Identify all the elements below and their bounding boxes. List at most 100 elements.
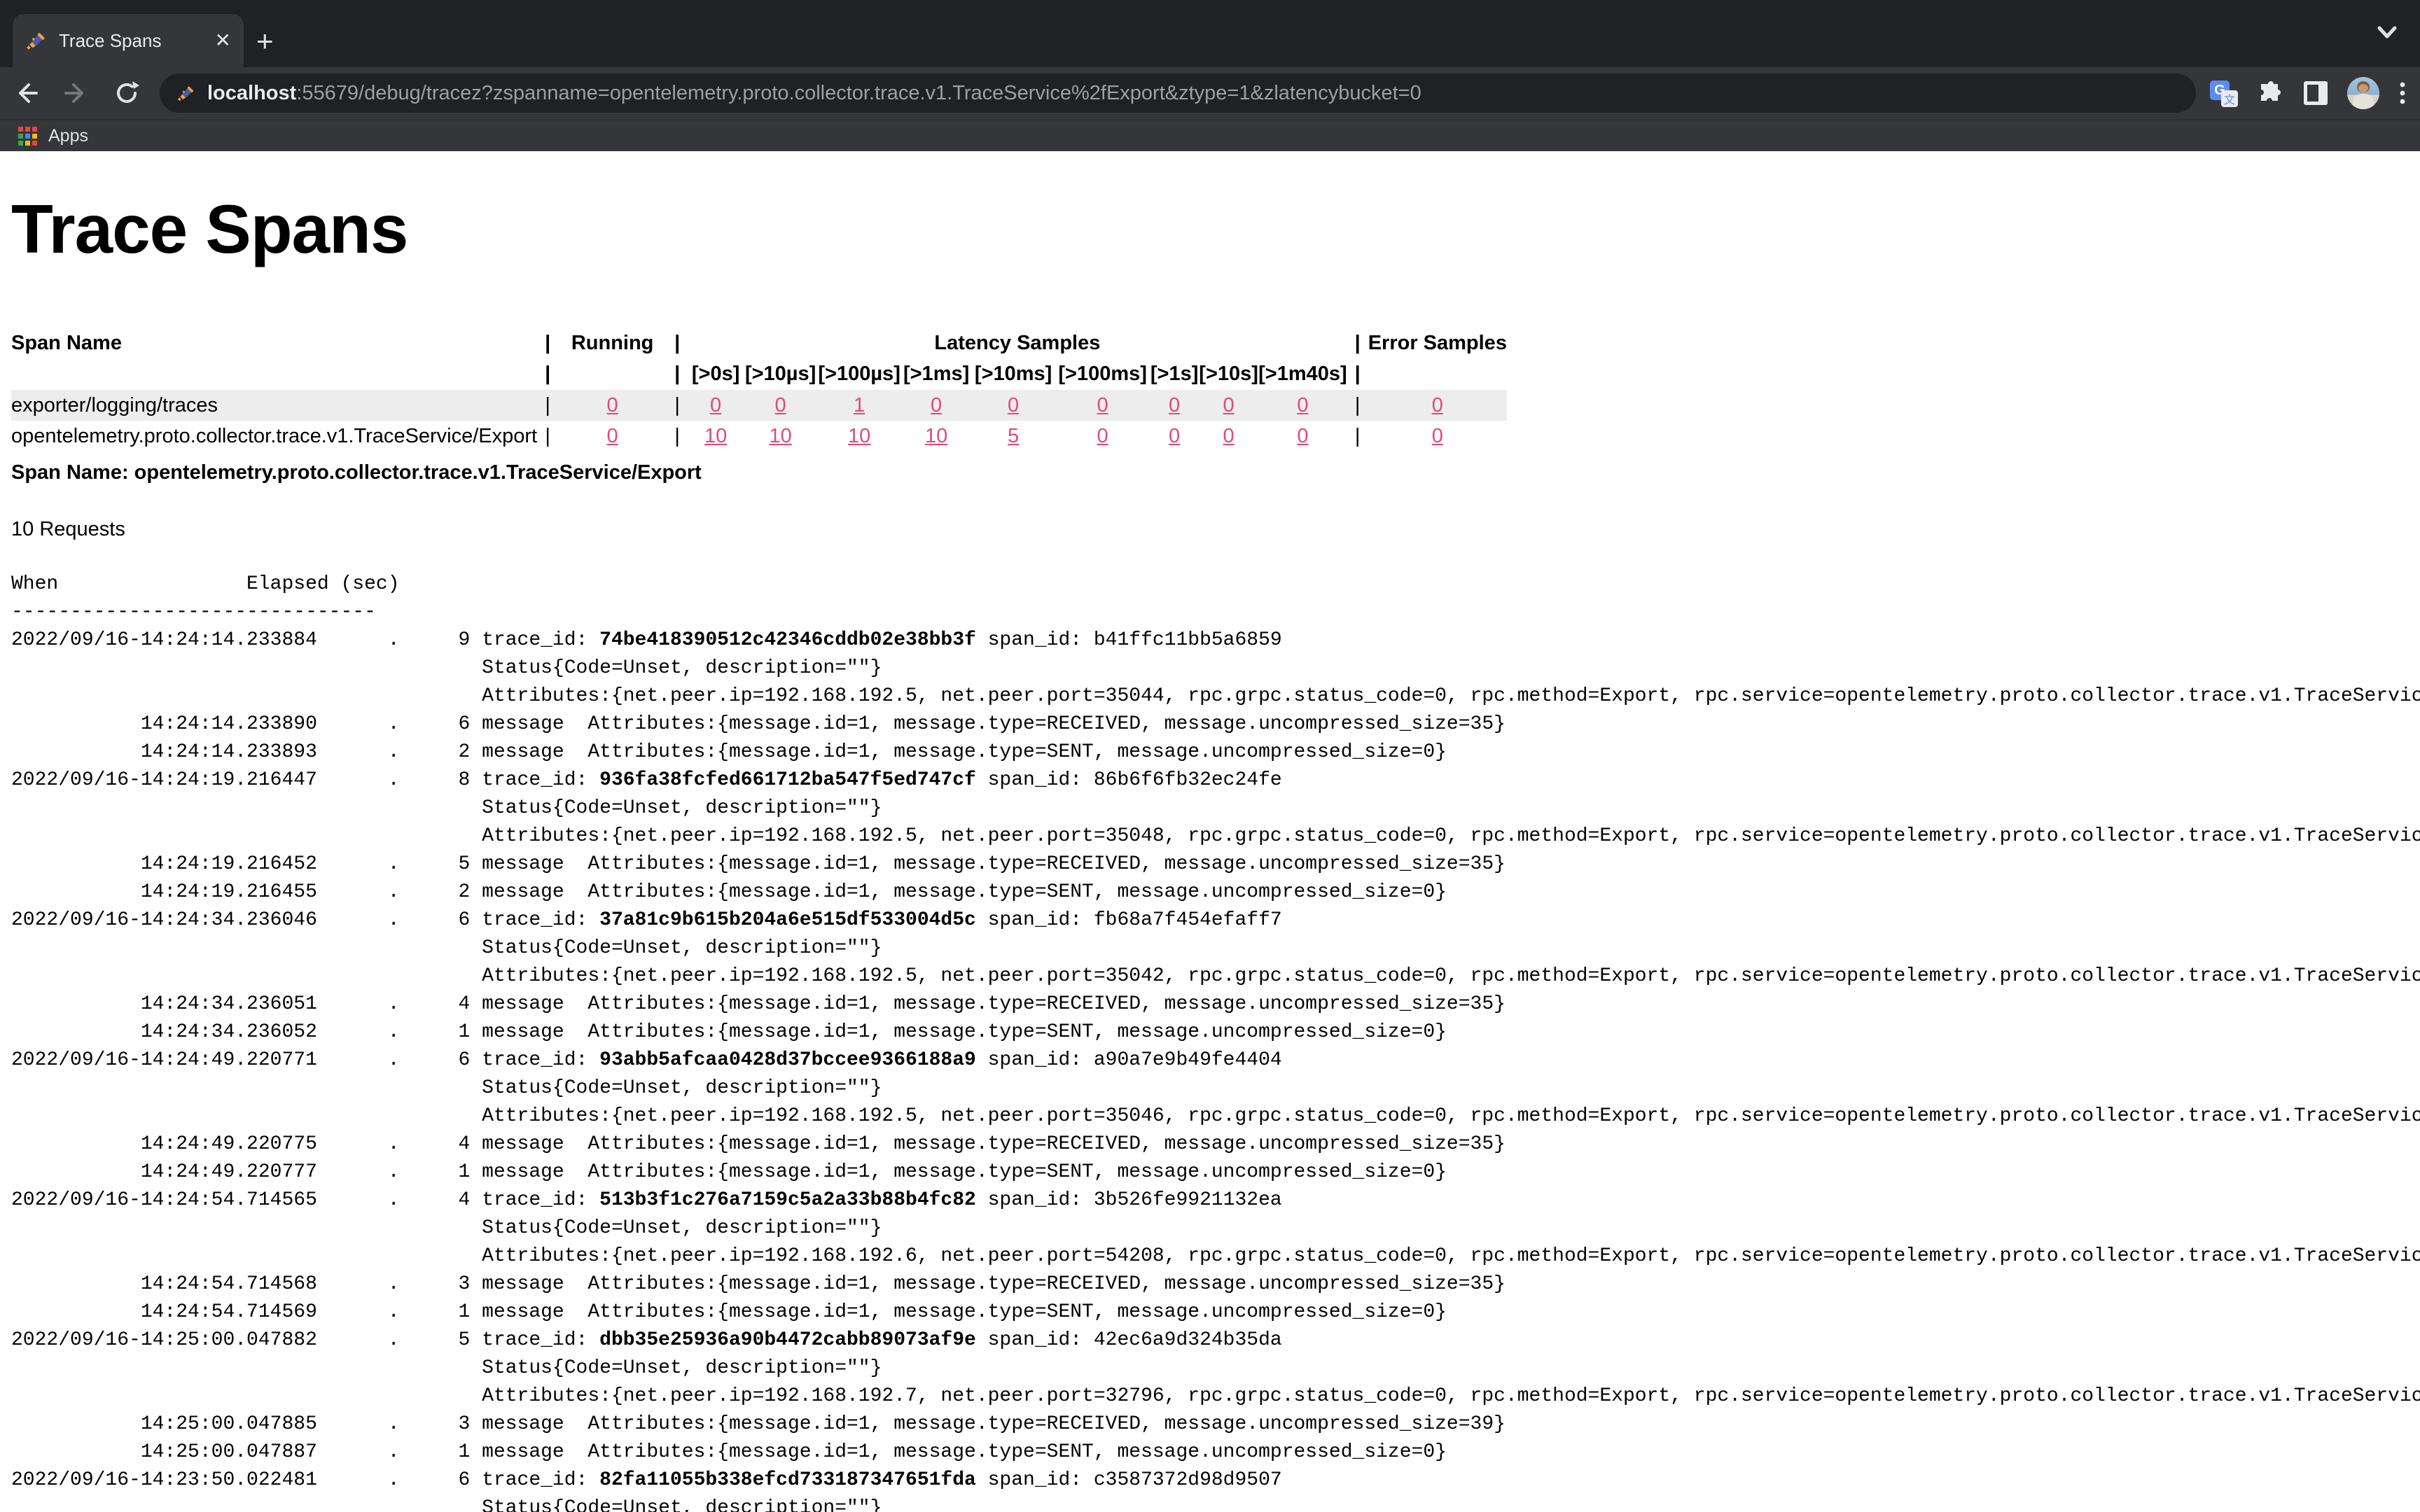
- bookmarks-bar: Apps: [0, 119, 2420, 151]
- pipe: |: [537, 328, 558, 358]
- bucket-count: 1: [817, 390, 901, 421]
- bucket-count: 0: [901, 390, 971, 421]
- col-span-name: Span Name: [11, 328, 537, 358]
- url-text: localhost:55679/debug/tracez?zspanname=o…: [207, 82, 1421, 105]
- avatar[interactable]: [2347, 77, 2379, 109]
- bucket-count: 0: [1055, 421, 1150, 451]
- sample-count-link[interactable]: 0: [1169, 425, 1180, 447]
- span-name-cell: exporter/logging/traces: [11, 390, 537, 421]
- sample-count-link[interactable]: 0: [1097, 425, 1108, 447]
- browser-toolbar: localhost:55679/debug/tracez?zspanname=o…: [0, 67, 2420, 119]
- requests-listing: When Elapsed (sec) ---------------------…: [11, 570, 2420, 1512]
- bucket-label: [>10µs]: [744, 358, 817, 390]
- url-bar[interactable]: localhost:55679/debug/tracez?zspanname=o…: [160, 74, 2196, 113]
- bucket-count: 0: [1150, 390, 1199, 421]
- requests-count: 10 Requests: [11, 518, 2420, 541]
- bucket-count: 0: [1258, 390, 1347, 421]
- pipe: |: [667, 328, 688, 358]
- browser-tab[interactable]: Trace Spans ✕: [13, 14, 244, 67]
- pipe: |: [667, 358, 688, 390]
- sample-count-link[interactable]: 0: [1223, 425, 1235, 447]
- bucket-label: [>1ms]: [901, 358, 971, 390]
- sample-count-link[interactable]: 1: [854, 394, 865, 416]
- pipe: |: [1347, 390, 1368, 421]
- pipe: |: [537, 421, 558, 451]
- span-row: opentelemetry.proto.collector.trace.v1.T…: [11, 421, 1507, 451]
- sample-count-link[interactable]: 10: [848, 425, 870, 447]
- col-error-samples: Error Samples: [1368, 328, 1507, 358]
- tab-title: Trace Spans: [59, 30, 215, 52]
- extensions-icon[interactable]: [2256, 79, 2284, 107]
- sample-count-link[interactable]: 0: [607, 394, 618, 416]
- bucket-label: [>10ms]: [971, 358, 1055, 390]
- otel-favicon: [176, 83, 196, 103]
- latency-samples-table: Span Name | Running | Latency Samples | …: [11, 328, 1507, 451]
- pipe: |: [1347, 421, 1368, 451]
- page-title: Trace Spans: [11, 151, 2420, 269]
- tab-close-icon[interactable]: ✕: [215, 31, 231, 50]
- menu-icon[interactable]: [2398, 79, 2407, 107]
- sample-count-link[interactable]: 0: [1097, 394, 1108, 416]
- bucket-count: 10: [901, 421, 971, 451]
- bucket-count: 10: [744, 421, 817, 451]
- new-tab-button[interactable]: +: [256, 27, 274, 56]
- bucket-count: 10: [688, 421, 744, 451]
- sample-count-link[interactable]: 0: [1169, 394, 1180, 416]
- bucket-count: 0: [688, 390, 744, 421]
- sample-count-link[interactable]: 0: [1297, 394, 1308, 416]
- chevron-down-icon[interactable]: [2374, 24, 2400, 42]
- bucket-header-row: ||[>0s][>10µs][>100µs][>1ms][>10ms][>100…: [11, 358, 1507, 390]
- sample-count-link[interactable]: 0: [1223, 394, 1235, 416]
- sample-count-link[interactable]: 0: [1297, 425, 1308, 447]
- running-count: 0: [558, 421, 667, 451]
- bucket-count: 0: [1055, 390, 1150, 421]
- pipe: |: [667, 421, 688, 451]
- bucket-count: 0: [1199, 390, 1258, 421]
- bucket-label: [>0s]: [688, 358, 744, 390]
- translate-icon[interactable]: G 文: [2210, 79, 2238, 107]
- sample-count-link[interactable]: 10: [704, 425, 727, 447]
- sample-count-link[interactable]: 10: [925, 425, 947, 447]
- bucket-label: [>100ms]: [1055, 358, 1150, 390]
- error-count: 0: [1368, 390, 1507, 421]
- pipe: |: [537, 358, 558, 390]
- sample-count-link[interactable]: 0: [710, 394, 721, 416]
- sample-count-link[interactable]: 5: [1008, 425, 1019, 447]
- bucket-count: 5: [971, 421, 1055, 451]
- running-count: 0: [558, 390, 667, 421]
- bucket-label: [>1m40s]: [1258, 358, 1347, 390]
- col-latency-samples: Latency Samples: [688, 328, 1347, 358]
- bucket-count: 0: [744, 390, 817, 421]
- selected-span-label: Span Name: opentelemetry.proto.collector…: [11, 461, 2420, 484]
- sample-count-link[interactable]: 10: [769, 425, 791, 447]
- pipe: |: [1347, 328, 1368, 358]
- sample-count-link[interactable]: 0: [1432, 425, 1443, 447]
- tab-strip: Trace Spans ✕ +: [0, 0, 2420, 67]
- back-icon[interactable]: [13, 80, 39, 106]
- sample-count-link[interactable]: 0: [607, 425, 618, 447]
- forward-icon[interactable]: [63, 80, 90, 106]
- sample-count-link[interactable]: 0: [1008, 394, 1019, 416]
- bucket-count: 10: [817, 421, 901, 451]
- apps-grid-icon: [18, 127, 37, 146]
- reload-icon[interactable]: [113, 80, 140, 106]
- col-running: Running: [558, 328, 667, 358]
- error-count: 0: [1368, 421, 1507, 451]
- sample-count-link[interactable]: 0: [931, 394, 942, 416]
- pipe: |: [1347, 358, 1368, 390]
- sample-count-link[interactable]: 0: [1432, 394, 1443, 416]
- otel-favicon: [25, 29, 48, 52]
- bucket-count: 0: [971, 390, 1055, 421]
- bucket-label: [>100µs]: [817, 358, 901, 390]
- pipe: |: [667, 390, 688, 421]
- sample-count-link[interactable]: 0: [775, 394, 786, 416]
- bookmarks-apps-button[interactable]: Apps: [48, 126, 88, 146]
- bucket-count: 0: [1150, 421, 1199, 451]
- side-panel-icon[interactable]: [2302, 80, 2329, 106]
- pipe: |: [537, 390, 558, 421]
- table-header-row: Span Name | Running | Latency Samples | …: [11, 328, 1507, 358]
- bucket-label: [>10s]: [1199, 358, 1258, 390]
- tracez-page: Trace Spans Span Name | Running | Latenc…: [0, 151, 2420, 1512]
- bucket-count: 0: [1258, 421, 1347, 451]
- bucket-count: 0: [1199, 421, 1258, 451]
